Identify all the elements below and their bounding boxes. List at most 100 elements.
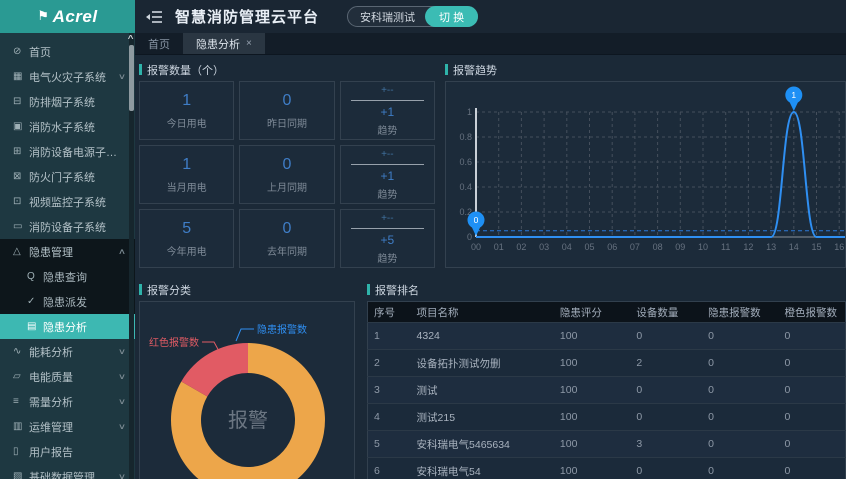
bar-chart-icon: ▦ — [13, 71, 29, 82]
tab-item[interactable]: 首页 — [135, 33, 183, 54]
table-cell: 100 — [554, 323, 630, 350]
trend-divider — [351, 100, 424, 101]
sidebar-item[interactable]: ▯用户报告 — [0, 439, 135, 464]
sidebar-item[interactable]: ▧基础数据管理∨ — [0, 464, 135, 479]
card-value: 1 — [182, 92, 191, 110]
sidebar-item-label: 电能质量 — [29, 369, 119, 385]
card-label: 当月用电 — [167, 179, 207, 194]
card-value: 0 — [283, 92, 292, 110]
table-cell: 100 — [554, 377, 630, 404]
sidebar-item-label: 视频监控子系统 — [29, 194, 127, 210]
sidebar-item[interactable]: ≡需量分析∨ — [0, 389, 135, 414]
device-system-icon: ▭ — [13, 221, 29, 232]
sidebar-item-label: 基础数据管理 — [29, 469, 119, 479]
sidebar-item[interactable]: ∿能耗分析∨ — [0, 339, 135, 364]
table-cell: 100 — [554, 350, 630, 377]
warning-triangle-icon: △ — [13, 246, 29, 257]
sidebar-item-label: 防火门子系统 — [29, 169, 127, 185]
sidebar-item[interactable]: Q隐患查询 — [0, 264, 135, 289]
table-cell: 100 — [554, 431, 630, 458]
sidebar-item-label: 消防设备子系统 — [29, 219, 127, 235]
sidebar-item[interactable]: ▣消防水子系统 — [0, 114, 135, 139]
fire-door-icon: ⊠ — [13, 171, 29, 182]
sidebar-item-label: 隐患派发 — [43, 294, 127, 310]
svg-text:02: 02 — [516, 242, 526, 252]
brand-logo: ⚑ Acrel — [0, 0, 135, 33]
tab-active[interactable]: 隐患分析× — [183, 33, 265, 54]
chart-marker-pin: 1 — [785, 87, 802, 112]
table-cell: 0 — [630, 404, 702, 431]
tab-bar: 首页隐患分析× — [135, 33, 846, 55]
table-cell: 0 — [779, 323, 846, 350]
table-cell: 0 — [630, 323, 702, 350]
sidebar-item[interactable]: ⊟防排烟子系统 — [0, 89, 135, 114]
sidebar-item-label: 防排烟子系统 — [29, 94, 127, 110]
tab-label: 首页 — [148, 36, 170, 52]
tab-close-icon[interactable]: × — [246, 38, 252, 49]
table-cell: 0 — [702, 350, 778, 377]
tenant-name: 安科瑞测试 — [360, 9, 415, 25]
trend-label: 趋势 — [377, 186, 397, 201]
table-row: 2设备拓扑测试勿删100200 — [368, 350, 846, 377]
switch-tenant-button[interactable]: 切 换 — [425, 6, 478, 27]
svg-text:08: 08 — [653, 242, 663, 252]
scrollbar-up-arrow[interactable]: ∧ — [126, 33, 134, 41]
trend-label: 趋势 — [377, 122, 397, 137]
card-label: 今年用电 — [167, 243, 207, 258]
table-row: 6安科瑞电气54100000 — [368, 458, 846, 479]
chevron-down-icon: ∨ — [118, 422, 126, 431]
card-label: 上月同期 — [267, 179, 307, 194]
sidebar-item[interactable]: ▦电气火灾子系统∨ — [0, 64, 135, 89]
donut-label-red-alarm: 红色报警数 — [149, 336, 199, 349]
sidebar-item[interactable]: ✓隐患派发 — [0, 289, 135, 314]
column-header: 设备数量 — [630, 302, 702, 323]
collapse-sidebar-icon[interactable] — [145, 10, 163, 24]
sidebar-item[interactable]: △隐患管理∧ — [0, 239, 135, 264]
sidebar-item[interactable]: ⊡视频监控子系统 — [0, 189, 135, 214]
chevron-up-icon: ∧ — [118, 247, 126, 256]
table-cell: 0 — [702, 377, 778, 404]
sidebar-item[interactable]: ⊞消防设备电源子系统 — [0, 139, 135, 164]
content: 报警数量（个） 1今日用电0昨日同期+--+1趋势1当月用电0上月同期+--+1… — [135, 55, 846, 479]
sidebar-item-label: 能耗分析 — [29, 344, 119, 360]
svg-text:14: 14 — [789, 242, 799, 252]
table-row: 3测试100000 — [368, 377, 846, 404]
table-cell: 5 — [368, 431, 411, 458]
document-icon: ▤ — [27, 321, 43, 332]
sidebar-menu: ⊘首页▦电气火灾子系统∨⊟防排烟子系统▣消防水子系统⊞消防设备电源子系统⊠防火门… — [0, 33, 135, 479]
table-cell: 100 — [554, 458, 630, 479]
sidebar-item-label: 首页 — [29, 44, 127, 60]
table-cell: 0 — [702, 431, 778, 458]
ops-icon: ▥ — [13, 421, 29, 432]
smoke-system-icon: ⊟ — [13, 96, 29, 107]
sidebar-item[interactable]: ▥运维管理∨ — [0, 414, 135, 439]
sidebar-item[interactable]: ▱电能质量∨ — [0, 364, 135, 389]
svg-text:00: 00 — [471, 242, 481, 252]
svg-text:07: 07 — [630, 242, 640, 252]
sidebar-item-active[interactable]: ▤隐患分析 — [0, 314, 135, 339]
table-cell: 安科瑞电气54 — [411, 458, 554, 479]
sidebar-item[interactable]: ▭消防设备子系统 — [0, 214, 135, 239]
column-header: 橙色报警数 — [779, 302, 846, 323]
column-header: 序号 — [368, 302, 411, 323]
page-title: 智慧消防管理云平台 — [175, 6, 319, 27]
table-cell: 1 — [368, 323, 411, 350]
title-accent-bar — [139, 64, 142, 75]
home-icon: ⊘ — [13, 46, 29, 57]
sidebar-item[interactable]: ⊘首页 — [0, 39, 135, 64]
stat-card-trend: +--+5趋势 — [340, 209, 435, 268]
stat-card-current: 1今日用电 — [139, 81, 234, 140]
svg-text:09: 09 — [675, 242, 685, 252]
sidebar-scrollbar-thumb[interactable] — [129, 45, 134, 111]
donut-label-hidden-danger: 隐患报警数 — [257, 323, 307, 336]
sidebar-scrollbar[interactable]: ∧ — [129, 33, 134, 479]
table-cell: 0 — [779, 458, 846, 479]
column-header: 隐患报警数 — [702, 302, 778, 323]
brand-name: Acrel — [53, 7, 98, 27]
svg-text:11: 11 — [721, 242, 730, 252]
sidebar-item-label: 电气火灾子系统 — [29, 69, 119, 85]
alarm-count-cards: 1今日用电0昨日同期+--+1趋势1当月用电0上月同期+--+1趋势5今年用电0… — [139, 81, 435, 268]
sidebar-item[interactable]: ⊠防火门子系统 — [0, 164, 135, 189]
sidebar-item-label: 隐患管理 — [29, 244, 119, 260]
section-title-alarm-trend: 报警趋势 — [445, 62, 846, 77]
